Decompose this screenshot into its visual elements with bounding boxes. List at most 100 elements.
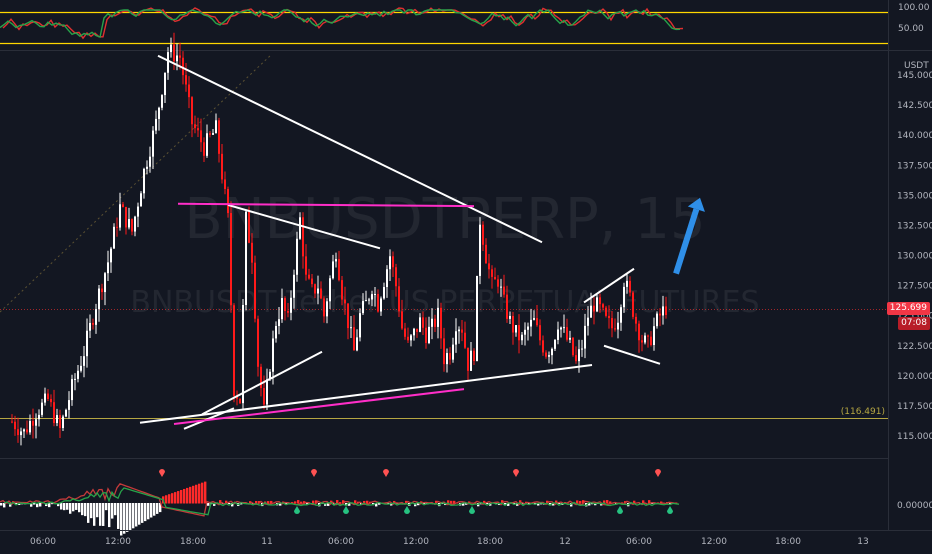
- macd-histogram-bar: [204, 482, 206, 504]
- chart-canvas[interactable]: BNBUSDTPERP, 15 BNBUSDT Tether US PERPET…: [0, 0, 932, 550]
- macd-histogram-bar: [579, 501, 581, 504]
- candle-body: [617, 323, 619, 330]
- price-tick-label: 145.000: [897, 71, 932, 81]
- candle-body: [305, 256, 307, 274]
- candle-body: [74, 379, 76, 380]
- macd-histogram-bar: [69, 503, 71, 514]
- candle-body: [224, 179, 226, 189]
- buy-signal-marker: [667, 506, 673, 514]
- candle-body: [473, 351, 475, 361]
- white-trendline-3[interactable]: [140, 365, 592, 423]
- time-tick-label: 12:00: [105, 537, 131, 547]
- candle-body: [509, 316, 511, 319]
- candle-body: [77, 371, 79, 379]
- macd-histogram-bar: [267, 501, 269, 503]
- macd-histogram-bar: [174, 492, 176, 503]
- candle-body: [116, 227, 118, 228]
- candle-body: [371, 294, 373, 299]
- candle-body: [410, 335, 412, 340]
- sell-signal-marker: [513, 469, 519, 477]
- candle-body: [569, 338, 571, 340]
- macd-histogram-bar: [147, 503, 149, 519]
- time-tick-label: 06:00: [328, 537, 354, 547]
- candle-body: [539, 325, 541, 340]
- candle-body: [488, 263, 490, 269]
- candle-body: [17, 429, 19, 435]
- white-trendline-6[interactable]: [604, 346, 660, 364]
- currency-label: USDT: [904, 61, 929, 71]
- candle-body: [548, 355, 550, 357]
- candle-body: [176, 55, 178, 61]
- macd-histogram-bar: [126, 503, 128, 532]
- candle-body: [158, 108, 160, 119]
- candle-body: [209, 133, 211, 135]
- candle-body: [413, 329, 415, 336]
- macd-histogram-bar: [201, 483, 203, 504]
- chart-window: BNBUSDTPERP, 15 BNBUSDT Tether US PERPET…: [0, 0, 932, 550]
- candle-body: [239, 399, 241, 403]
- candle-body: [557, 329, 559, 339]
- candle-body: [248, 212, 250, 243]
- candle-body: [572, 338, 574, 355]
- macd-histogram-bar: [150, 503, 152, 518]
- candle-body: [245, 212, 247, 305]
- candle-body: [170, 45, 172, 52]
- candle-body: [431, 319, 433, 327]
- macd-histogram-bar: [75, 503, 77, 510]
- candle-body: [152, 131, 154, 157]
- candle-body: [398, 286, 400, 311]
- candle-body: [584, 326, 586, 349]
- macd-histogram-bar: [198, 484, 200, 504]
- candle-body: [611, 318, 613, 328]
- price-tick-label: 135.000: [897, 191, 932, 201]
- candle-body: [566, 327, 568, 340]
- macd-histogram-bar: [0, 503, 2, 506]
- candle-body: [125, 207, 127, 227]
- macd-histogram-bar: [297, 500, 299, 503]
- price-axis[interactable]: USDT 145.000142.500140.000137.500135.000…: [889, 0, 932, 530]
- buy-signal-marker: [469, 506, 475, 514]
- candle-body: [485, 245, 487, 264]
- candle-body: [416, 329, 418, 332]
- time-tick-label: 06:00: [626, 537, 652, 547]
- candle-body: [644, 336, 646, 343]
- candle-body: [554, 340, 556, 349]
- candle-body: [344, 300, 346, 304]
- candle-body: [575, 355, 577, 361]
- candle-body: [122, 204, 124, 207]
- candle-body: [110, 249, 112, 263]
- candle-body: [242, 305, 244, 403]
- candle-body: [218, 120, 220, 154]
- candle-body: [86, 331, 88, 356]
- price-tick-label: 142.500: [897, 101, 932, 111]
- candle-body: [332, 261, 334, 278]
- white-trendline-2[interactable]: [202, 352, 322, 415]
- candle-body: [512, 316, 514, 333]
- candle-body: [95, 309, 97, 325]
- candle-body: [182, 58, 184, 75]
- price-tick-label: 117.500: [897, 402, 932, 412]
- candle-body: [605, 308, 607, 316]
- candle-body: [464, 333, 466, 348]
- macd-histogram-bar: [135, 503, 137, 527]
- candle-body: [293, 275, 295, 298]
- time-axis[interactable]: 06:0012:0018:001106:0012:0018:001206:001…: [0, 531, 932, 548]
- candle-body: [230, 213, 232, 305]
- candle-body: [89, 323, 91, 331]
- candle-body: [155, 119, 157, 131]
- candle-body: [326, 301, 328, 316]
- candle-body: [254, 263, 256, 319]
- candle-body: [287, 311, 289, 313]
- macd-histogram-bar: [168, 494, 170, 503]
- candle-body: [461, 330, 463, 333]
- candle-body: [578, 349, 580, 361]
- sell-signal-marker: [159, 469, 165, 477]
- candle-body: [383, 287, 385, 298]
- support-price-label: (116.491): [838, 406, 888, 419]
- candle-body: [278, 319, 280, 326]
- macd-histogram-bar: [60, 503, 62, 510]
- candle-body: [317, 289, 319, 294]
- buy-signal-marker: [617, 506, 623, 514]
- candle-body: [164, 73, 166, 95]
- candle-body: [428, 327, 430, 343]
